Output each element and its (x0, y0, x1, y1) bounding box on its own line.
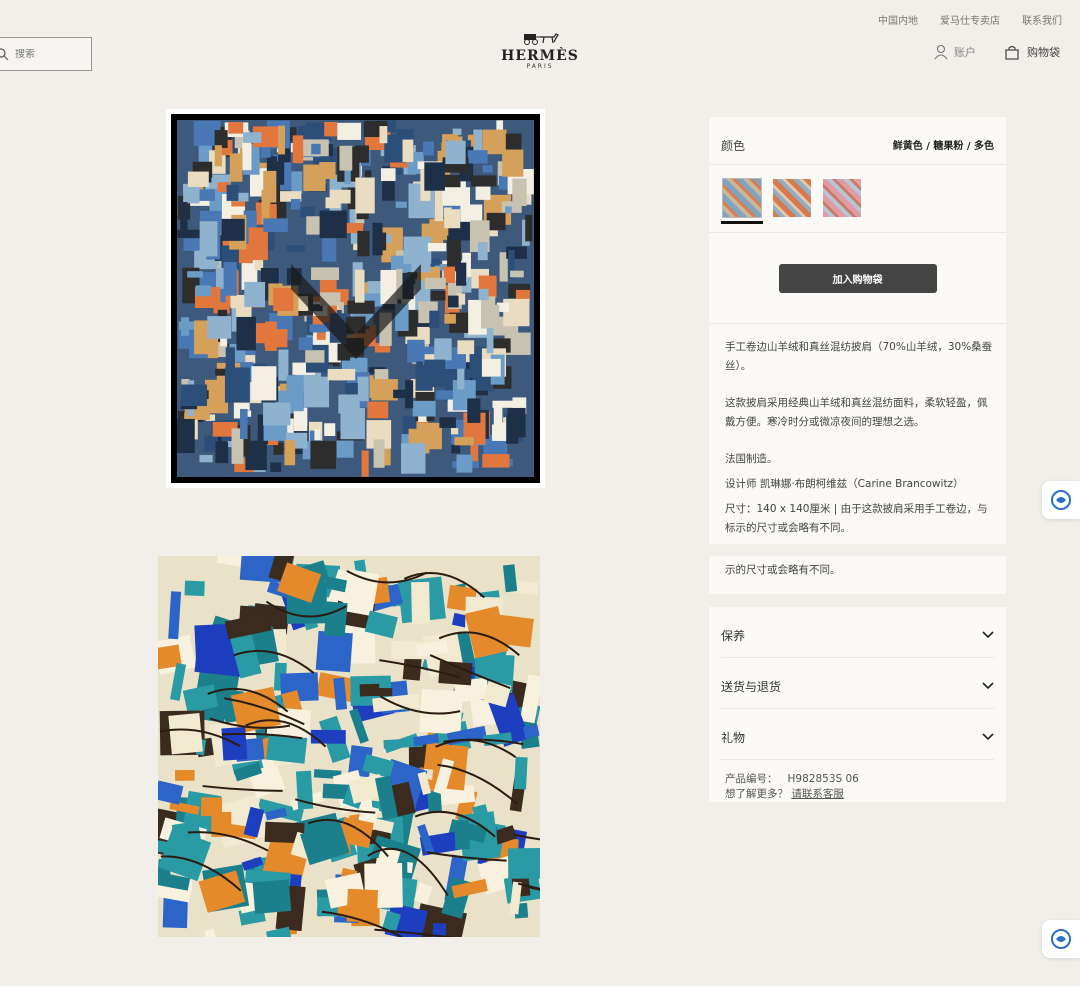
logo-sub: PARIS (526, 63, 554, 70)
sku-label: 产品编号： (725, 773, 778, 785)
desc-size: 尺寸：140 x 140厘米 | 由于这款披肩采用手工卷边，与标示的尺寸或会略有… (725, 503, 988, 534)
bag-link[interactable]: 购物袋 (1005, 44, 1060, 60)
desc-details: 这款披肩采用经典山羊绒和真丝混纺面料，柔软轻盈，佩戴方便。寒冷时分或微凉夜间的理… (725, 397, 988, 428)
product-description: 手工卷边山羊绒和真丝混纺披肩（70%山羊绒，30%桑蚕丝）。 这款披肩采用经典山… (709, 324, 1006, 538)
link-region[interactable]: 中国内地 (878, 12, 918, 27)
logo-brand: HERMÈS (501, 48, 579, 64)
shopping-bag-icon (1005, 45, 1019, 60)
search-box[interactable] (0, 37, 92, 71)
desc-material: 手工卷边山羊绒和真丝混纺披肩（70%山羊绒，30%桑蚕丝）。 (725, 341, 993, 372)
color-label: 颜色 (721, 139, 746, 153)
desc-designer: 设计师 凯琳娜·布朗柯维兹（Carine Brancowitz） (725, 478, 964, 490)
more-label: 想了解更多？ (725, 788, 788, 800)
add-to-bag-area: 加入购物袋 (709, 233, 1006, 324)
account-link[interactable]: 账户 (934, 44, 976, 60)
desc-origin: 法国制造。 (725, 453, 778, 465)
top-links: 中国内地 爱马仕专卖店 联系我们 (878, 12, 1062, 27)
user-icon (934, 44, 948, 60)
carriage-logo-icon (524, 33, 559, 45)
swatch-blue[interactable] (721, 177, 763, 224)
chat-support-icon (1051, 490, 1071, 510)
swatch-pink[interactable] (821, 177, 863, 219)
chevron-down-icon (982, 733, 994, 741)
add-to-bag-button[interactable]: 加入购物袋 (778, 263, 937, 293)
accordion-gift[interactable]: 礼物 (721, 709, 994, 760)
product-panel: 颜色 鲜黄色 / 糖果粉 / 多色 加入购物袋 手工卷边山羊绒和真丝混纺披肩（7… (709, 117, 1006, 544)
accordion-shipping-label: 送货与退货 (721, 679, 782, 694)
size-note-fragment: 示的尺寸或会略有不同。 (709, 556, 1006, 594)
color-swatches (709, 165, 1006, 233)
contact-service-link[interactable]: 请联系客服 (791, 788, 844, 800)
chevron-down-icon (982, 631, 994, 639)
chat-widget-button[interactable] (1042, 481, 1080, 519)
link-contact[interactable]: 联系我们 (1022, 12, 1062, 27)
accordion-shipping[interactable]: 送货与退货 (721, 658, 994, 709)
accordion-care-label: 保养 (721, 628, 746, 643)
search-icon (0, 48, 9, 61)
sku-value: H982853S 06 (787, 773, 859, 785)
color-row: 颜色 鲜黄色 / 糖果粉 / 多色 (709, 117, 1006, 165)
color-value: 鲜黄色 / 糖果粉 / 多色 (892, 141, 994, 152)
chat-widget-button-2[interactable] (1042, 920, 1080, 958)
swatch-orange[interactable] (771, 177, 813, 219)
product-image-flat[interactable] (166, 109, 545, 488)
chevron-down-icon (982, 682, 994, 690)
accordion-care[interactable]: 保养 (721, 607, 994, 658)
search-input[interactable] (15, 48, 85, 60)
info-accordion: 保养 送货与退货 礼物 产品编号： H982853S 06 想了解更多？ 请联系… (709, 607, 1006, 802)
accordion-gift-label: 礼物 (721, 730, 746, 745)
chat-support-icon (1051, 929, 1071, 949)
account-label: 账户 (954, 46, 976, 59)
link-stores[interactable]: 爱马仕专卖店 (940, 12, 1000, 27)
bag-label: 购物袋 (1027, 46, 1060, 59)
product-meta: 产品编号： H982853S 06 想了解更多？ 请联系客服 (709, 760, 1006, 802)
product-image-detail[interactable] (158, 556, 540, 937)
hermes-logo[interactable]: HERMÈS PARIS (495, 30, 585, 70)
